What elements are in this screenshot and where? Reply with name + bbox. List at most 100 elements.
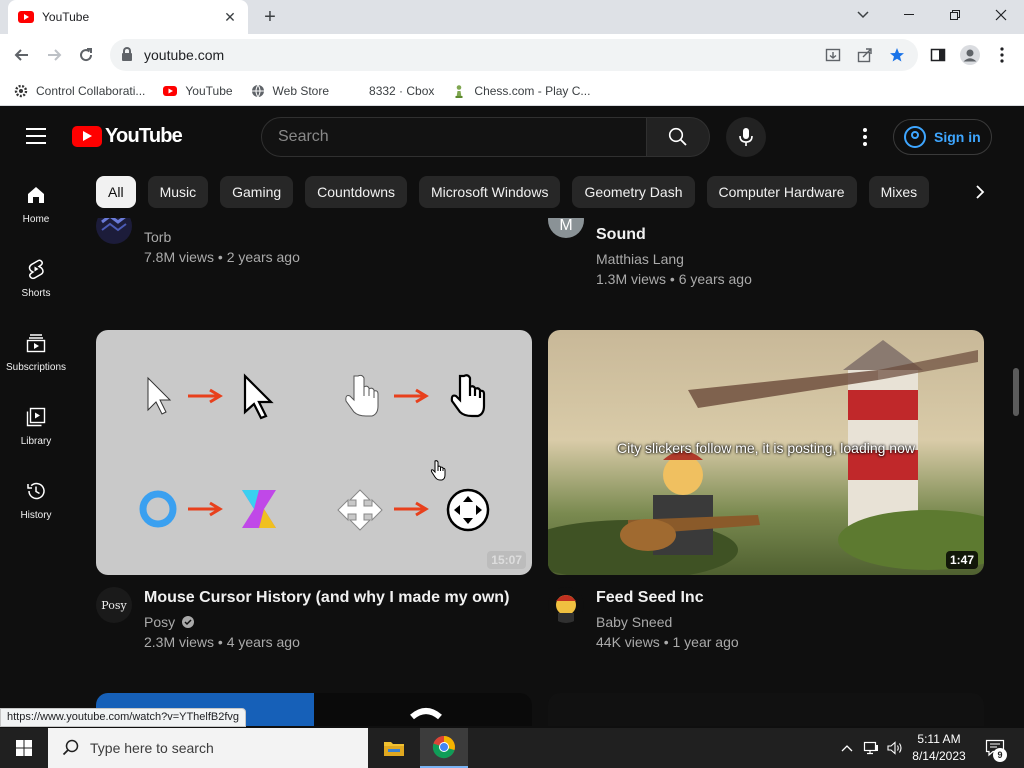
windows-logo-icon: [16, 740, 32, 756]
channel-avatar-baby-sneed[interactable]: [548, 587, 584, 623]
chrome-taskbar-button[interactable]: [420, 728, 468, 768]
install-app-icon[interactable]: [824, 46, 842, 64]
history-icon: [27, 482, 45, 500]
channel-avatar-matthias-lang[interactable]: M: [548, 218, 584, 238]
video-thumbnail-feed-seed-inc[interactable]: City slickers follow me, it is posting, …: [548, 330, 984, 575]
sidebar-item-library[interactable]: Library: [0, 388, 72, 462]
clock-time: 5:11 AM: [917, 732, 961, 746]
speaker-icon: [887, 741, 902, 755]
video-channel-name[interactable]: Torb: [144, 229, 171, 245]
link-status-bar: https://www.youtube.com/watch?v=YThelfB2…: [0, 708, 247, 727]
chrome-menu-icon[interactable]: [990, 43, 1014, 67]
sidebar-item-shorts[interactable]: Shorts: [0, 240, 72, 314]
video-duration: 15:07: [487, 551, 526, 569]
bookmark-web-store[interactable]: Web Store: [251, 84, 329, 98]
sign-in-button[interactable]: Sign in: [893, 119, 992, 155]
taskbar-clock[interactable]: 5:11 AM 8/14/2023: [906, 731, 972, 765]
chevron-right-icon: [976, 185, 985, 199]
sidebar-item-label: Library: [20, 436, 52, 447]
subscriptions-icon: [26, 334, 46, 353]
video-title[interactable]: Feed Seed Inc: [596, 589, 704, 607]
url-text: youtube.com: [144, 47, 225, 63]
filter-chip-bar: All Music Gaming Countdowns Microsoft Wi…: [96, 166, 946, 218]
sidebar-item-label: Subscriptions: [5, 362, 67, 373]
back-button[interactable]: [10, 43, 34, 67]
bookmarks-bar: Control Collaborati... YouTube Web Store…: [0, 76, 1024, 106]
network-button[interactable]: [860, 728, 882, 768]
start-button[interactable]: [0, 728, 48, 768]
video-title[interactable]: Mouse Cursor History (and why I made my …: [144, 589, 509, 607]
bookmark-label: Web Store: [272, 83, 330, 98]
chip-countdowns[interactable]: Countdowns: [305, 176, 407, 208]
taskbar-search-box[interactable]: Type here to search: [48, 728, 368, 768]
tab-title: YouTube: [42, 10, 90, 24]
gear-icon: [14, 84, 28, 97]
video-thumbnail-next-right[interactable]: [548, 693, 984, 726]
chip-gaming[interactable]: Gaming: [220, 176, 294, 208]
channel-avatar-posy[interactable]: Posy: [96, 587, 132, 623]
bookmark-cbox[interactable]: 8332 · Cbox: [369, 84, 434, 98]
sidebar-item-history[interactable]: History: [0, 462, 72, 536]
volume-button[interactable]: [884, 728, 906, 768]
chip-music[interactable]: Music: [147, 176, 209, 208]
side-panel-icon[interactable]: [926, 43, 950, 67]
show-hidden-icons-button[interactable]: [836, 728, 858, 768]
search-input[interactable]: [278, 128, 618, 146]
video-duration: 1:47: [945, 551, 978, 569]
video-channel-name[interactable]: Posy: [144, 614, 175, 630]
bookmark-chess[interactable]: Chess.com - Play C...: [452, 84, 590, 98]
avatar-text: Posy: [101, 598, 127, 612]
video-title[interactable]: Sound: [596, 226, 646, 244]
lock-icon[interactable]: [122, 47, 132, 61]
chip-next-button[interactable]: [960, 178, 1000, 206]
sidebar-item-home[interactable]: Home: [0, 166, 72, 240]
chip-geometry-dash[interactable]: Geometry Dash: [572, 176, 695, 208]
sidebar-item-subscriptions[interactable]: Subscriptions: [0, 314, 72, 388]
youtube-logo-text: YouTube: [105, 125, 183, 147]
profile-avatar-icon[interactable]: [958, 43, 982, 67]
video-channel-name[interactable]: Matthias Lang: [596, 251, 684, 267]
search-icon: [668, 127, 687, 146]
voice-search-button[interactable]: [726, 117, 766, 157]
address-bar[interactable]: youtube.com: [110, 39, 918, 71]
youtube-logo[interactable]: YouTube: [72, 125, 183, 148]
new-tab-button[interactable]: +: [258, 6, 282, 28]
guide-menu-icon[interactable]: [26, 128, 46, 144]
chip-mixes[interactable]: Mixes: [868, 176, 930, 208]
chip-microsoft-windows[interactable]: Microsoft Windows: [418, 176, 561, 208]
mini-guide-sidebar: Home Shorts Subscriptions Library Histor…: [0, 166, 72, 726]
bookmark-star-icon[interactable]: [888, 46, 906, 64]
tab-search-icon[interactable]: [840, 0, 886, 30]
bookmark-youtube[interactable]: YouTube: [163, 84, 233, 98]
video-feed: Torb 7.8M views • 2 years ago M Sound Ma…: [80, 218, 1024, 726]
page-scrollbar-thumb[interactable]: [1013, 368, 1019, 416]
chevron-up-icon: [841, 745, 853, 752]
browser-tab-youtube[interactable]: YouTube ✕: [8, 0, 248, 34]
video-stats: 1.3M views • 6 years ago: [596, 271, 752, 287]
search-button[interactable]: [646, 117, 710, 157]
shorts-icon: [28, 259, 44, 280]
browser-toolbar: youtube.com: [0, 34, 1024, 76]
video-thumbnail-mouse-cursor-history[interactable]: 15:07: [96, 330, 532, 575]
restore-button[interactable]: [932, 0, 978, 30]
chip-all[interactable]: All: [96, 176, 136, 208]
tab-close-icon[interactable]: ✕: [222, 9, 238, 26]
network-icon: [863, 741, 878, 755]
close-window-button[interactable]: [978, 0, 1024, 30]
bookmark-control-collaboration[interactable]: Control Collaborati...: [14, 84, 145, 98]
share-icon[interactable]: [856, 46, 874, 64]
channel-avatar-torb[interactable]: [96, 218, 132, 244]
video-stats: 44K views • 1 year ago: [596, 634, 739, 650]
file-explorer-taskbar-button[interactable]: [370, 728, 418, 768]
settings-menu-icon[interactable]: [855, 125, 875, 149]
youtube-icon: [163, 85, 178, 96]
action-center-button[interactable]: 9: [978, 728, 1012, 768]
chip-computer-hardware[interactable]: Computer Hardware: [706, 176, 857, 208]
clock-date: 8/14/2023: [912, 749, 966, 763]
chess-pawn-icon: [455, 84, 463, 98]
video-channel-name[interactable]: Baby Sneed: [596, 614, 672, 630]
forward-button[interactable]: [42, 43, 66, 67]
minimize-button[interactable]: [886, 0, 932, 30]
search-box: [261, 117, 647, 157]
reload-button[interactable]: [74, 43, 98, 67]
